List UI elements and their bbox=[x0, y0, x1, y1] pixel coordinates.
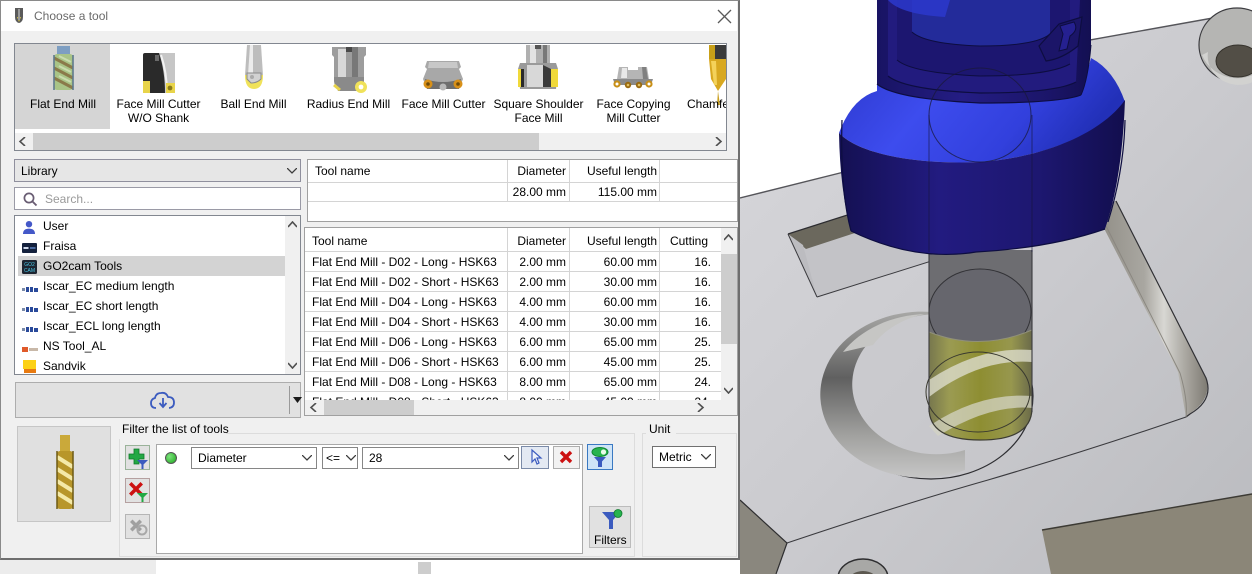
svg-text:CAM: CAM bbox=[24, 268, 35, 274]
